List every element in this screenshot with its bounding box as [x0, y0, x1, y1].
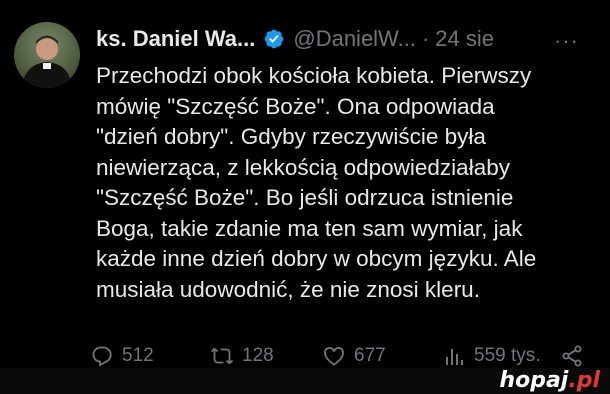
avatar-image	[22, 35, 72, 88]
more-icon[interactable]: ···	[554, 28, 579, 54]
reply-count: 512	[122, 345, 154, 366]
like-button[interactable]: 677	[322, 344, 442, 368]
tweet-text: Przechodzi obok kościoła kobieta. Pierws…	[96, 61, 601, 305]
watermark-main: hopaj	[499, 368, 569, 393]
tweet-text-line: Przechodzi obok kościoła kobieta. Pierws…	[96, 63, 532, 88]
avatar[interactable]	[14, 22, 80, 88]
tweet-text-line: każde inne dzień dobry w obcym języku. A…	[96, 246, 537, 271]
tweet-date[interactable]: 24 sie	[435, 26, 494, 52]
tweet-text-line: "Szczęść Boże". Bo jeśli odrzuca istnien…	[96, 185, 514, 210]
heart-icon	[324, 346, 344, 366]
watermark-suffix: .pl	[568, 368, 600, 393]
tweet-text-line: "dzień dobry". Gdyby rzeczywiście była	[96, 124, 486, 149]
author-handle[interactable]: @DanielW...	[293, 26, 416, 52]
reply-button[interactable]: 512	[90, 344, 210, 368]
views-button[interactable]: 559 tys.	[442, 344, 560, 368]
tweet: ks. Daniel Wa... @DanielW... · 24 sie ··…	[0, 0, 610, 368]
retweet-count: 128	[242, 345, 274, 366]
views-icon	[446, 349, 463, 365]
tweet-text-line: mówię "Szczęść Boże". Ona odpowiada	[96, 93, 495, 119]
views-count: 559 tys.	[474, 345, 541, 366]
separator: ·	[421, 26, 430, 51]
share-icon	[562, 345, 582, 367]
tweet-text-line: musiała udowodnić, że nie znosi kleru.	[96, 276, 480, 302]
like-count: 677	[354, 345, 386, 366]
tweet-text-line: niewierząca, z lekkością odpowiedziałaby	[96, 154, 510, 180]
reply-icon	[92, 346, 112, 367]
retweet-icon	[210, 347, 234, 365]
retweet-button[interactable]: 128	[210, 344, 322, 368]
tweet-header: ks. Daniel Wa... @DanielW... · 24 sie	[96, 24, 494, 54]
share-button[interactable]	[560, 344, 584, 368]
watermark-logo: hopaj.pl	[499, 368, 600, 394]
verified-badge-icon	[263, 28, 285, 50]
tweet-text-line: Boga, takie zdanie ma ten sam wymiar, ja…	[96, 215, 523, 241]
action-bar: 512 128 677 559 tys.	[90, 344, 590, 368]
author-name[interactable]: ks. Daniel Wa...	[96, 26, 255, 52]
